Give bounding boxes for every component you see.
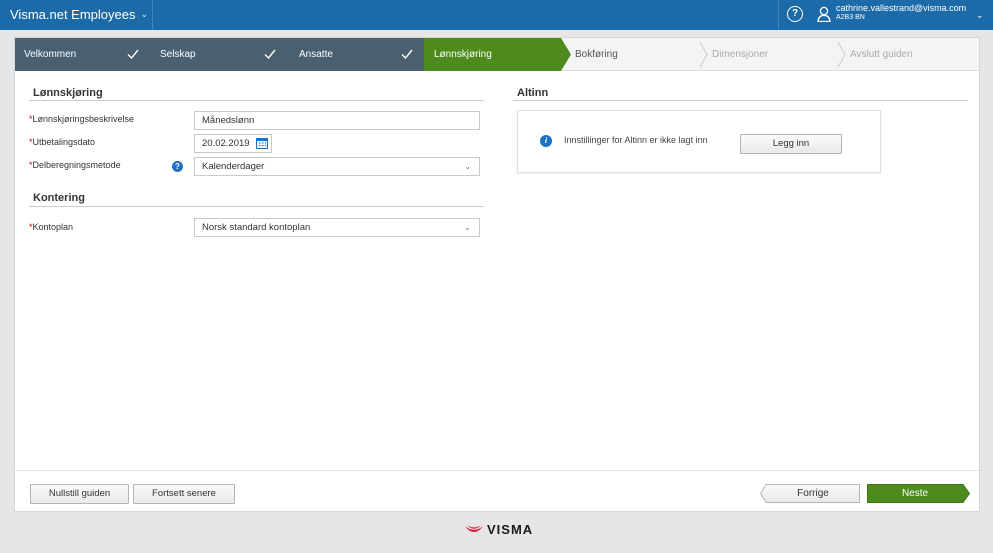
section-title-kontering: Kontering — [33, 192, 85, 204]
step-label: Bokføring — [575, 49, 618, 60]
step-lonnskjoring[interactable]: Lønnskjøring — [424, 38, 561, 71]
step-bokforing[interactable]: Bokføring — [571, 38, 699, 71]
divider — [152, 0, 153, 30]
user-menu[interactable]: cathrine.vallestrand@visma.com A2B3 BN — [817, 3, 966, 23]
divider — [15, 470, 979, 471]
previous-button[interactable]: Forrige — [766, 484, 860, 503]
divider — [29, 100, 484, 101]
wizard-panel: Velkommen Selskap Ansatte Lønnskjøring B… — [14, 37, 980, 512]
calendar-icon[interactable] — [256, 137, 268, 149]
app-switcher[interactable]: Visma.net Employees ⌄ — [10, 7, 148, 22]
section-title-altinn: Altinn — [517, 87, 549, 99]
account-plan-select[interactable]: Norsk standard kontoplan ⌄ — [194, 218, 480, 237]
field-label-description: *Lønnskjøringsbeskrivelse — [29, 114, 135, 124]
section-title-lonnskjoring: Lønnskjøring — [33, 87, 103, 99]
step-velkommen[interactable]: Velkommen — [15, 38, 156, 71]
user-company: A2B3 BN — [836, 14, 865, 21]
logo-text: VISMA — [487, 522, 534, 537]
step-label: Velkommen — [24, 49, 77, 60]
step-separator — [837, 41, 846, 68]
step-dimensjoner[interactable]: Dimensjoner — [709, 38, 837, 71]
step-label: Dimensjoner — [712, 49, 769, 60]
divider — [778, 0, 779, 30]
step-label: Lønnskjøring — [434, 49, 492, 60]
info-icon: i — [540, 135, 552, 147]
help-button[interactable]: ? — [787, 6, 803, 22]
chevron-down-icon[interactable]: ⌄ — [976, 10, 984, 21]
next-button[interactable]: Neste — [867, 484, 963, 503]
wizard-steps: Velkommen Selskap Ansatte Lønnskjøring B… — [15, 38, 979, 71]
step-label: Ansatte — [299, 49, 333, 60]
continue-later-button[interactable]: Fortsett senere — [133, 484, 235, 504]
checkmark-icon — [401, 49, 413, 60]
calc-method-select[interactable]: Kalenderdager ⌄ — [194, 157, 480, 176]
step-label: Selskap — [160, 49, 196, 60]
top-bar: Visma.net Employees ⌄ ? cathrine.vallest… — [0, 0, 993, 30]
divider — [29, 206, 484, 207]
user-email: cathrine.vallestrand@visma.com — [836, 3, 967, 13]
step-ansatte[interactable]: Ansatte — [297, 38, 424, 71]
checkmark-icon — [264, 49, 276, 60]
step-label: Avslutt guiden — [850, 49, 913, 60]
visma-logo: VISMA — [465, 522, 533, 537]
reset-guide-button[interactable]: Nullstill guiden — [30, 484, 129, 504]
field-label-account-plan: *Kontoplan — [29, 222, 74, 232]
altinn-message: Innstillinger for Altinn er ikke lagt in… — [564, 135, 708, 145]
chevron-down-icon: ⌄ — [140, 9, 149, 19]
step-avslutt-guiden[interactable]: Avslutt guiden — [847, 38, 979, 71]
chevron-down-icon: ⌄ — [464, 162, 471, 171]
field-label-calc-method: *Delberegningsmetode — [29, 160, 121, 170]
app-title: Visma.net Employees — [10, 7, 136, 22]
checkmark-icon — [127, 49, 139, 60]
description-input[interactable]: Månedslønn — [194, 111, 480, 130]
visma-swoosh-icon — [465, 524, 483, 532]
legg-inn-button[interactable]: Legg inn — [740, 134, 842, 154]
step-separator — [699, 41, 708, 68]
divider — [513, 100, 968, 101]
step-selskap[interactable]: Selskap — [156, 38, 297, 71]
help-info-icon[interactable]: ? — [172, 161, 183, 172]
active-step-arrow — [561, 38, 571, 71]
altinn-notice: i Innstillinger for Altinn er ikke lagt … — [517, 110, 881, 173]
chevron-down-icon: ⌄ — [464, 223, 471, 232]
field-label-payment-date: *Utbetalingsdato — [29, 137, 96, 147]
user-icon — [817, 6, 831, 22]
question-circle-icon: ? — [791, 8, 799, 19]
